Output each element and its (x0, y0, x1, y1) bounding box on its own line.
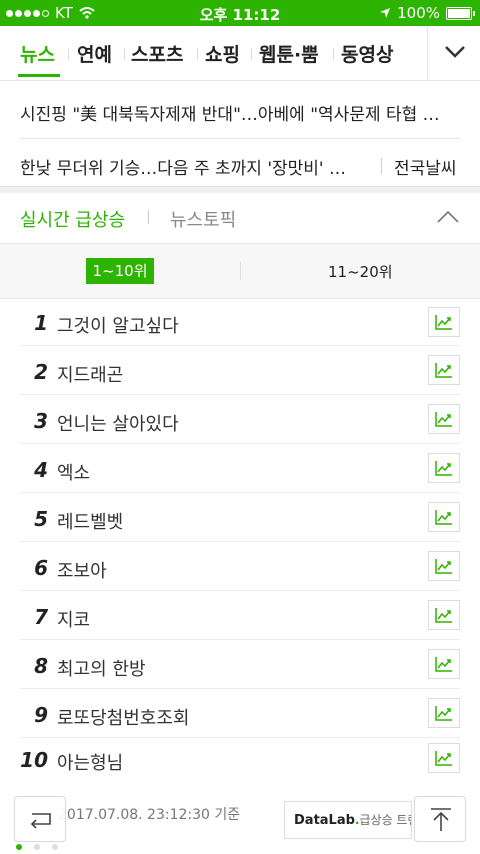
trend-chart-icon (435, 363, 452, 378)
datalab-logo: DataLab (294, 813, 355, 828)
category-tab-bar: 뉴스 연예 스포츠 쇼핑 웹툰·뿜 동영상 (0, 26, 480, 81)
page-indicator (16, 844, 58, 850)
rank-keyword[interactable]: 언니는 살아있다 (57, 410, 179, 436)
trend-footer: 2017.07.08. 23:12:30 기준 DataLab.급상승 트렌드 (0, 784, 480, 854)
chevron-down-icon (445, 46, 465, 58)
location-arrow-icon (380, 8, 391, 18)
trend-chart-icon (435, 461, 452, 476)
rank-number: 9 (34, 703, 48, 727)
page-dot (34, 844, 40, 850)
trend-chart-icon (435, 706, 452, 721)
battery-percent: 100% (397, 4, 440, 22)
tab-realtime-trending[interactable]: 실시간 급상승 (20, 206, 125, 232)
rank-item[interactable]: 3 언니는 살아있다 (0, 395, 480, 444)
rank-number: 3 (34, 409, 48, 433)
tab-divider (333, 48, 334, 60)
rank-keyword[interactable]: 레드벨벳 (57, 508, 123, 534)
rank-keyword[interactable]: 지코 (57, 606, 90, 632)
trend-chart-icon (435, 657, 452, 672)
scroll-to-top-button[interactable] (414, 796, 466, 842)
rank-keyword[interactable]: 지드래곤 (57, 361, 123, 387)
trend-graph-button[interactable] (428, 551, 460, 581)
range-11-20-button[interactable]: 11~20위 (328, 261, 393, 282)
trend-chart-icon (435, 315, 452, 330)
section-tab-divider (148, 210, 149, 224)
rank-number: 6 (34, 556, 48, 580)
headline-separator (381, 158, 382, 174)
datalab-trend-button[interactable]: DataLab.급상승 트렌드 (284, 801, 412, 839)
chevron-up-icon (437, 210, 459, 223)
tab-divider (251, 48, 252, 60)
rank-item[interactable]: 1 그것이 알고싶다 (0, 297, 480, 346)
rank-number: 10 (20, 748, 48, 772)
rank-number: 1 (34, 311, 48, 335)
trend-graph-button[interactable] (428, 649, 460, 679)
trend-graph-button[interactable] (428, 600, 460, 630)
section-divider (0, 186, 480, 193)
rank-number: 8 (34, 654, 48, 678)
trend-graph-button[interactable] (428, 743, 460, 773)
rank-number: 7 (34, 605, 48, 629)
rank-item[interactable]: 10 아는형님 (0, 738, 480, 787)
rank-range-selector: 1~10위 11~20위 (0, 243, 480, 299)
tab-sports[interactable]: 스포츠 (131, 40, 183, 67)
headline-link[interactable]: 시진핑 "美 대북독자제재 반대"…아베에 "역사문제 타협 … (20, 100, 450, 125)
tab-entertainment[interactable]: 연예 (77, 40, 112, 67)
tab-news[interactable]: 뉴스 (20, 40, 55, 67)
rank-item[interactable]: 9 로또당첨번호조회 (0, 689, 480, 738)
update-timestamp: 2017.07.08. 23:12:30 기준 (58, 807, 241, 823)
trend-chart-icon (435, 510, 452, 525)
trend-graph-button[interactable] (428, 502, 460, 532)
trend-chart-icon (435, 559, 452, 574)
rank-item[interactable]: 5 레드벨벳 (0, 493, 480, 542)
trend-graph-button[interactable] (428, 307, 460, 337)
active-tab-indicator (18, 74, 60, 77)
trend-chart-icon (435, 608, 452, 623)
tab-divider (197, 48, 198, 60)
more-tabs-button[interactable] (427, 26, 480, 80)
rank-keyword[interactable]: 최고의 한방 (57, 655, 146, 681)
collapse-button[interactable] (432, 200, 464, 232)
tab-video[interactable]: 동영상 (341, 40, 393, 67)
rank-keyword[interactable]: 엑소 (57, 459, 90, 485)
rank-item[interactable]: 7 지코 (0, 591, 480, 640)
rank-keyword[interactable]: 조보아 (57, 557, 107, 583)
rank-item[interactable]: 4 엑소 (0, 444, 480, 493)
trend-graph-button[interactable] (428, 698, 460, 728)
trend-chart-icon (435, 412, 452, 427)
rank-keyword[interactable]: 그것이 알고싶다 (57, 312, 179, 338)
tab-shopping[interactable]: 쇼핑 (205, 40, 240, 67)
trend-graph-button[interactable] (428, 404, 460, 434)
page-dot (52, 844, 58, 850)
range-1-10-button[interactable]: 1~10위 (86, 258, 154, 284)
rank-number: 2 (34, 360, 48, 384)
status-bar: KT 오후 11:12 100% (0, 0, 480, 26)
back-button[interactable] (14, 796, 66, 842)
page-dot-active (16, 844, 22, 850)
trend-chart-icon (435, 751, 452, 766)
rank-item[interactable]: 2 지드래곤 (0, 346, 480, 395)
trend-graph-button[interactable] (428, 453, 460, 483)
rank-item[interactable]: 8 최고의 한방 (0, 640, 480, 689)
return-arrow-icon (30, 813, 51, 829)
battery-icon (446, 6, 475, 20)
trend-graph-button[interactable] (428, 355, 460, 385)
headline-divider (20, 138, 460, 139)
arrow-up-icon (431, 808, 451, 831)
tab-divider (68, 48, 69, 60)
headline-link[interactable]: 한낮 무더위 기승…다음 주 초까지 '장맛비' … (20, 154, 360, 179)
range-divider (240, 262, 241, 280)
rank-number: 5 (34, 507, 48, 531)
tab-divider (124, 48, 125, 60)
rank-number: 4 (34, 458, 48, 482)
tab-webtoon[interactable]: 웹툰·뿜 (259, 40, 319, 67)
tab-news-topic[interactable]: 뉴스토픽 (170, 206, 236, 232)
datalab-label: 급상승 트렌드 (359, 813, 411, 827)
weather-link[interactable]: 전국날씨 (394, 154, 457, 179)
rank-keyword[interactable]: 로또당첨번호조회 (57, 704, 189, 730)
rank-item[interactable]: 6 조보아 (0, 542, 480, 591)
rank-keyword[interactable]: 아는형님 (57, 749, 123, 775)
